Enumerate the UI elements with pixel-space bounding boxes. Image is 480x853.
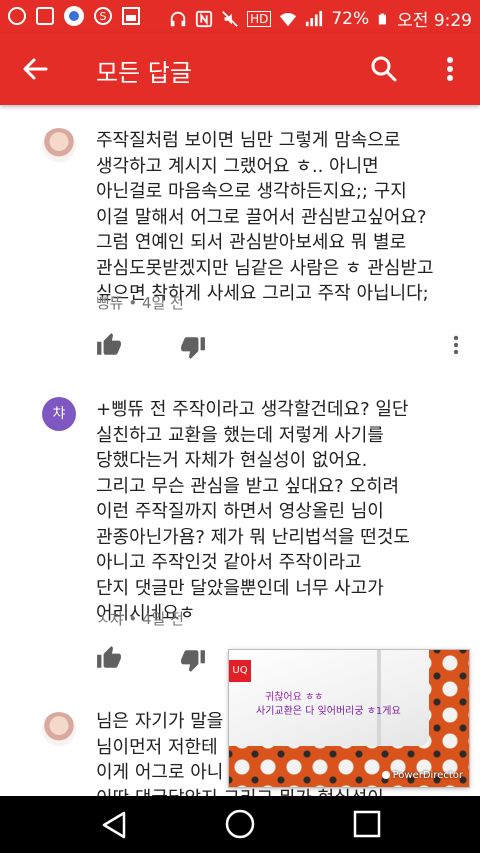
nav-home-icon[interactable]	[223, 807, 257, 841]
nfc-icon	[195, 10, 213, 27]
avatar[interactable]	[42, 128, 76, 162]
comment-time: 4일 전	[142, 610, 184, 628]
like-icon[interactable]	[96, 645, 122, 671]
meta-separator: •	[123, 610, 142, 628]
status-right-icons: HD 72% 오전 9:29	[169, 6, 472, 31]
pip-video-player[interactable]: UQ 귀찮어요 ㅎㅎ 사기교환은 다 잊어버리궁 ㅎ1게요 PowerDirec…	[229, 650, 469, 787]
back-arrow-icon[interactable]	[14, 47, 58, 91]
circle-icon	[36, 7, 54, 25]
avatar[interactable]	[42, 712, 76, 746]
comment-more-icon[interactable]	[446, 332, 466, 358]
pip-watermark: PowerDirector	[381, 770, 463, 781]
pip-caption-line1: 귀찮어요 ㅎㅎ	[265, 692, 324, 703]
pip-watermark-text: PowerDirector	[392, 770, 463, 781]
more-vert-icon[interactable]	[434, 47, 466, 91]
comment-text: +삥뜌 전 주작이라고 생각할건데요? 일단 실친하고 교환을 했는데 저렇게 …	[96, 399, 410, 624]
wifi-icon	[280, 12, 297, 26]
avatar[interactable]: 챠	[42, 397, 76, 431]
powerdirector-icon	[381, 771, 390, 779]
status-left-icons: S	[8, 6, 140, 26]
headphones-icon	[170, 11, 186, 26]
comment-author[interactable]: 삥뜌	[96, 294, 124, 312]
dislike-icon[interactable]	[180, 647, 206, 673]
like-icon[interactable]	[96, 332, 122, 358]
dislike-icon[interactable]	[180, 334, 206, 360]
sdb-app-icon: S	[94, 7, 112, 25]
status-bar: S HD 72% 오전 9:29	[0, 0, 480, 33]
page-title: 모든 답글	[96, 59, 192, 87]
pip-logo: UQ	[229, 660, 251, 682]
battery-percent: 72%	[331, 8, 370, 29]
comment-text: 주작질처럼 보이면 님만 그렇게 맘속으로 생각하고 계시지 그랬어요 ㅎ.. …	[96, 130, 434, 304]
comment-author[interactable]: ㅅ챠	[96, 610, 124, 628]
app-bar: 모든 답글	[0, 33, 480, 105]
pip-bag-fold	[377, 650, 381, 745]
search-icon[interactable]	[362, 47, 406, 91]
image-icon	[122, 7, 140, 25]
pip-video-bag: UQ 귀찮어요 ㅎㅎ 사기교환은 다 잊어버리궁 ㅎ1게요	[229, 650, 429, 746]
comment-meta: 삥뜌 • 4일 전	[96, 292, 184, 313]
meta-separator: •	[123, 294, 142, 312]
nav-recents-icon[interactable]	[351, 808, 383, 840]
status-time: 오전 9:29	[397, 11, 472, 31]
system-nav-bar	[0, 796, 480, 853]
app-notification-icon	[8, 7, 26, 25]
comment-meta: ㅅ챠 • 4일 전	[96, 608, 184, 629]
mute-icon	[222, 10, 238, 27]
comment-time: 4일 전	[142, 294, 184, 312]
nav-back-icon[interactable]	[98, 808, 132, 842]
hd-icon: HD	[247, 10, 272, 27]
sound-app-icon	[64, 6, 84, 26]
signal-icon	[306, 10, 323, 26]
pip-caption-line2: 사기교환은 다 잊어버리궁 ㅎ1게요	[256, 706, 401, 717]
battery-icon	[378, 13, 387, 24]
